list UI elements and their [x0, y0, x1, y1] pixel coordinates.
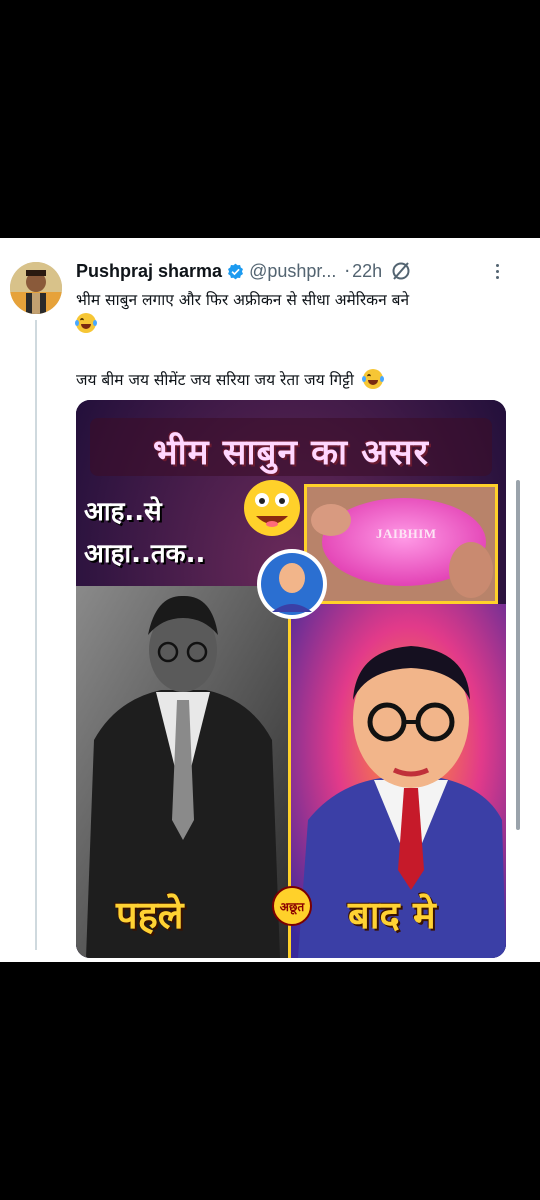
label-before: पहले	[116, 893, 184, 937]
avatar[interactable]	[10, 262, 62, 314]
image-caption-line1: आह..से	[84, 497, 162, 527]
laughing-emoji-icon	[75, 313, 97, 333]
image-headline: भीम साबुन का असर	[153, 433, 429, 473]
more-options-icon[interactable]	[490, 258, 504, 284]
separator-dot: ·	[344, 260, 351, 282]
tweet-text-line1: भीम साबुन लगाए और फिर अफ्रीकन से सीधा अम…	[76, 291, 410, 309]
tweet-text-line2: जय बीम जय सीमेंट जय सरिया जय रेता जय गिट…	[76, 368, 384, 392]
tweet-header: Pushpraj sharma @pushpr... · 22h	[76, 260, 412, 282]
tweet-timestamp[interactable]: 22h	[352, 261, 382, 282]
laughing-emoji-icon	[361, 369, 384, 389]
grok-icon[interactable]	[390, 260, 412, 282]
tweet-emoji-row	[75, 312, 97, 336]
scrollbar[interactable]	[516, 480, 520, 830]
verified-badge-icon	[228, 263, 244, 279]
label-after: बाद मे	[348, 893, 436, 937]
tweet-image[interactable]: भीम साबुन का असर आह..से आहा..तक.. JAIBHI…	[76, 400, 506, 958]
author-handle[interactable]: @pushpr...	[249, 261, 336, 282]
image-badge: अछूत	[272, 886, 312, 926]
thread-line	[35, 320, 37, 950]
author-name[interactable]: Pushpraj sharma	[76, 261, 222, 282]
soap-label: JAIBHIM	[376, 526, 437, 541]
image-caption-line2: आहा..तक..	[84, 539, 206, 569]
